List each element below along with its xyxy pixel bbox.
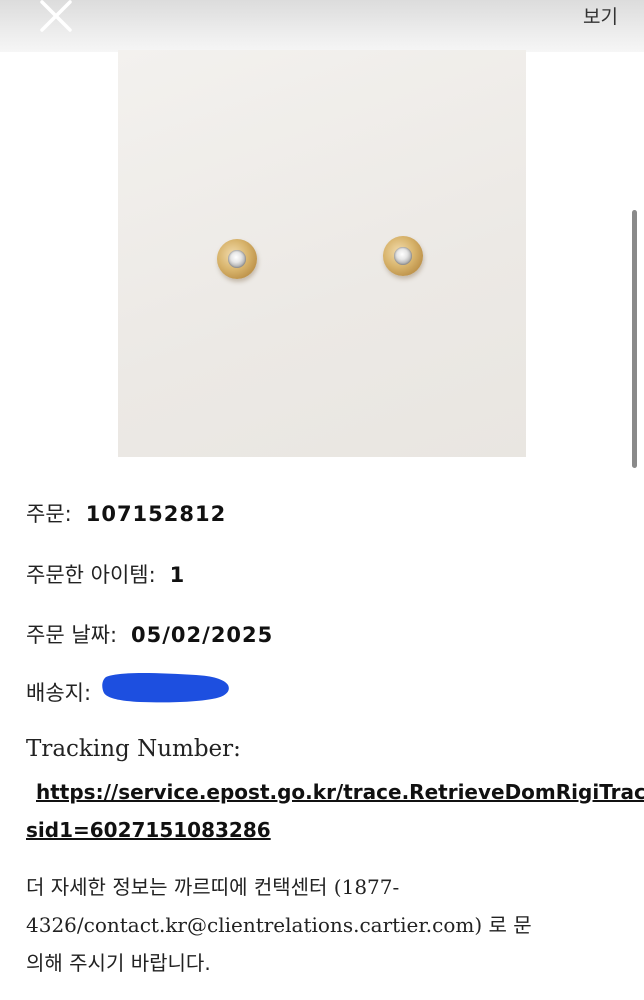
items-value: 1 [169,563,186,587]
redaction-mark [101,673,229,703]
tracking-label: Tracking Number: [26,736,241,762]
order-number-label: 주문: [26,502,72,526]
items-row: 주문한 아이템: 1 [26,559,185,589]
tracking-link-continued[interactable]: sid1=6027151083286 [26,818,271,842]
items-label: 주문한 아이템: [26,563,156,587]
contact-phone-email: 4326/contact.kr@clientrelations.cartier.… [26,913,483,937]
contact-phone-start: (1877- [327,875,400,899]
close-button[interactable] [36,0,76,34]
right-diamond [394,247,412,265]
contact-text-1: 더 자세한 정보는 까르띠에 컨택센터 [26,875,328,899]
order-detail-page: 보기 주문: 107152812 주문한 아이템: 1 주문 날짜: 05/02/20… [0,0,644,1000]
tracking-link[interactable]: https://service.epost.go.kr/trace.Retrie… [36,780,644,804]
contact-text-3: 의해 주시기 바랍니다. [26,951,211,975]
product-image [118,50,526,457]
order-date-row: 주문 날짜: 05/02/2025 [26,619,273,649]
contact-info: 더 자세한 정보는 까르띠에 컨택센터 (1877- 4326/contact.… [26,868,626,982]
view-button[interactable]: 보기 [583,2,618,29]
scrollbar[interactable] [632,210,637,468]
order-number-row: 주문: 107152812 [26,498,226,528]
left-diamond [228,250,246,268]
shipping-row: 배송지: [26,673,232,709]
contact-text-2: 로 문 [482,913,532,937]
order-number-value: 107152812 [85,502,227,526]
order-date-value: 05/02/2025 [131,623,274,647]
left-earring [217,239,257,279]
close-icon [40,0,72,32]
shipping-label: 배송지: [26,681,92,705]
order-date-label: 주문 날짜: [26,623,118,647]
top-bar: 보기 [0,0,644,52]
right-earring [383,236,423,276]
